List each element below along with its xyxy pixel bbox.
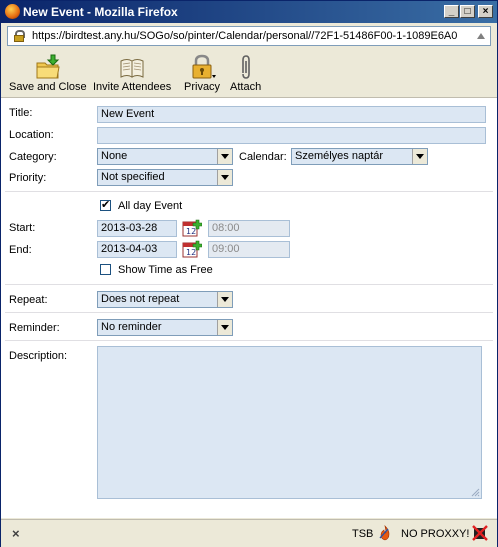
separator: [5, 284, 493, 285]
invite-attendees-button[interactable]: Invite Attendees: [93, 53, 171, 93]
show-time-free-label: Show Time as Free: [118, 264, 213, 276]
maximize-button[interactable]: □: [460, 5, 475, 18]
calendar-label: Calendar:: [239, 151, 287, 163]
svg-text:12: 12: [186, 248, 196, 257]
event-form: Title: New Event Location: Category: Non…: [1, 98, 497, 518]
chevron-down-icon: [217, 320, 232, 335]
status-bar: × TSB NO PROXXY!: [1, 519, 497, 547]
end-date-input[interactable]: 2013-04-03: [97, 241, 177, 258]
save-and-close-button[interactable]: Save and Close: [9, 53, 87, 93]
calendar-value: Személyes naptár: [295, 150, 384, 162]
attach-label: Attach: [230, 81, 262, 93]
start-time-input[interactable]: 08:00: [208, 220, 290, 237]
go-arrow-icon[interactable]: [476, 31, 486, 41]
title-label: Title:: [9, 107, 33, 119]
tsb-label[interactable]: TSB: [352, 528, 373, 540]
calendar-picker-icon[interactable]: 12: [182, 219, 202, 238]
calendar-picker-icon[interactable]: 12: [182, 240, 202, 259]
padlock-icon: [188, 53, 217, 81]
reminder-value: No reminder: [101, 321, 162, 333]
separator: [5, 312, 493, 313]
chevron-down-icon: [217, 292, 232, 307]
invite-attendees-label: Invite Attendees: [93, 81, 172, 93]
category-value: None: [101, 150, 128, 162]
privacy-label: Privacy: [184, 81, 221, 93]
repeat-value: Does not repeat: [101, 293, 180, 305]
title-input[interactable]: New Event: [97, 106, 486, 123]
address-bar: https://birdtest.any.hu/SOGo/so/pinter/C…: [1, 23, 497, 49]
end-time-input[interactable]: 09:00: [208, 241, 290, 258]
blocked-addon-icon[interactable]: [472, 525, 488, 541]
save-folder-icon: [34, 53, 62, 81]
svg-text:12: 12: [186, 227, 196, 236]
description-label: Description:: [9, 350, 68, 362]
close-statusbar-button[interactable]: ×: [12, 526, 20, 541]
attach-button[interactable]: Attach: [230, 53, 261, 93]
url-text: https://birdtest.any.hu/SOGo/so/pinter/C…: [32, 30, 458, 42]
url-field[interactable]: https://birdtest.any.hu/SOGo/so/pinter/C…: [7, 26, 491, 46]
proxy-status[interactable]: NO PROXXY!: [401, 528, 469, 540]
resize-grip-icon[interactable]: [470, 487, 480, 497]
browser-window: New Event - Mozilla Firefox _ □ × https:…: [0, 0, 498, 547]
category-select[interactable]: None: [97, 148, 233, 165]
start-label: Start:: [9, 222, 36, 234]
close-button[interactable]: ×: [478, 5, 493, 18]
description-textarea[interactable]: [97, 346, 482, 499]
save-and-close-label: Save and Close: [9, 81, 87, 93]
all-day-label: All day Event: [118, 200, 183, 212]
all-day-checkbox[interactable]: ✔: [100, 200, 111, 211]
priority-value: Not specified: [101, 171, 165, 183]
repeat-label: Repeat:: [9, 294, 48, 306]
reminder-select[interactable]: No reminder: [97, 319, 233, 336]
chevron-down-icon: [412, 149, 427, 164]
calendar-select[interactable]: Személyes naptár: [291, 148, 428, 165]
lock-icon: [14, 30, 25, 42]
show-time-free-checkbox[interactable]: [100, 264, 111, 275]
minimize-button[interactable]: _: [444, 5, 459, 18]
title-bar: New Event - Mozilla Firefox _ □ ×: [1, 1, 497, 23]
separator: [5, 191, 493, 192]
separator: [5, 340, 493, 341]
location-label: Location:: [9, 129, 54, 141]
priority-select[interactable]: Not specified: [97, 169, 233, 186]
repeat-select[interactable]: Does not repeat: [97, 291, 233, 308]
start-date-input[interactable]: 2013-03-28: [97, 220, 177, 237]
category-label: Category:: [9, 151, 57, 163]
address-book-icon: [118, 53, 146, 81]
reminder-label: Reminder:: [9, 322, 60, 334]
privacy-button[interactable]: Privacy: [184, 53, 220, 93]
firefox-icon: [5, 4, 20, 19]
flame-icon[interactable]: [378, 525, 392, 541]
chevron-down-icon: [217, 149, 232, 164]
toolbar: Save and Close Invite Attendees Privacy …: [1, 49, 497, 98]
window-title: New Event - Mozilla Firefox: [23, 5, 178, 19]
chevron-down-icon: [217, 170, 232, 185]
priority-label: Priority:: [9, 172, 47, 184]
paperclip-icon: [232, 53, 260, 81]
location-input[interactable]: [97, 127, 486, 144]
end-label: End:: [9, 244, 32, 256]
